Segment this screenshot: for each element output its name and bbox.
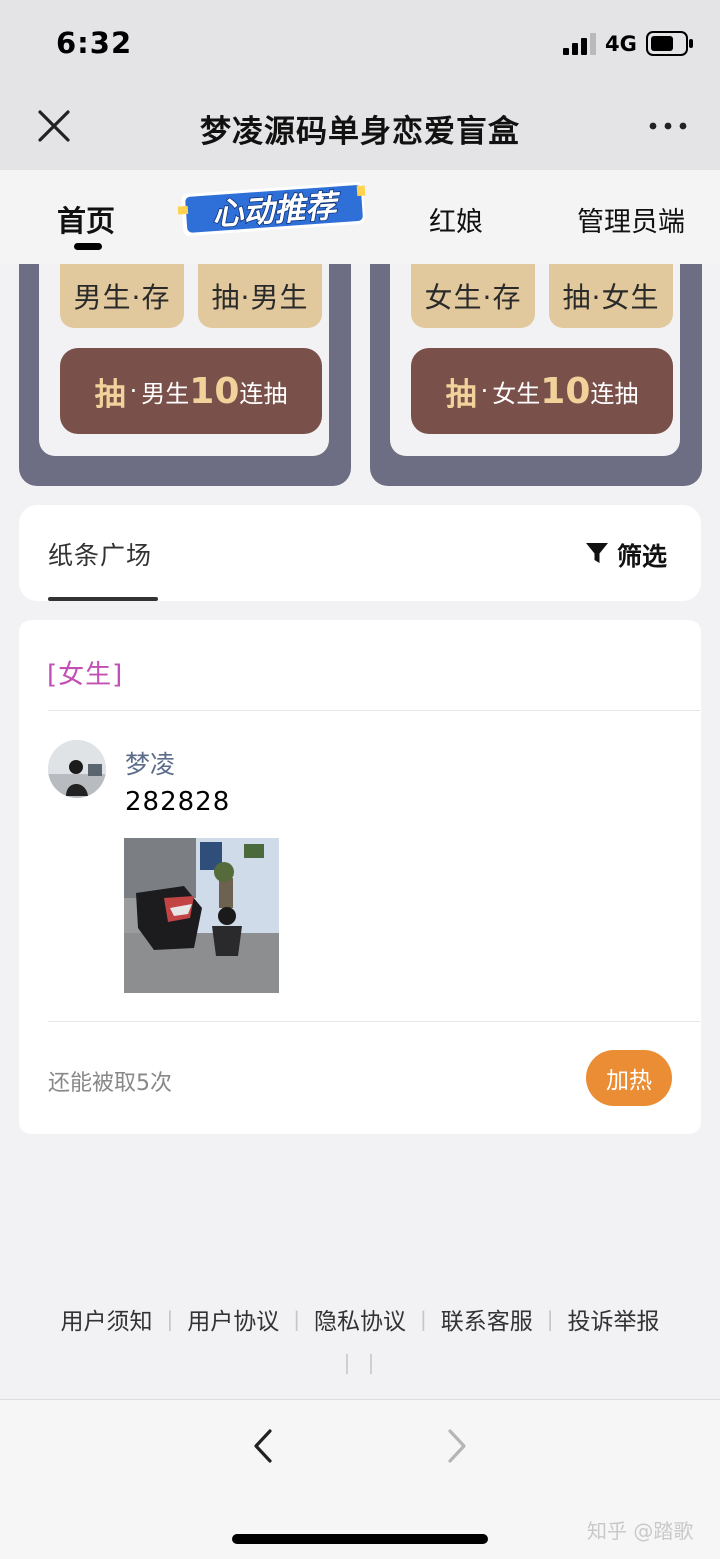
draw10-count: 10 (540, 370, 591, 412)
male-box-panel: 男生·存 抽·男生 抽 · 男生 10 连抽 (19, 264, 351, 486)
male-store-button[interactable]: 男生·存 (60, 264, 184, 328)
tab-matchmaker[interactable]: 红娘 (429, 200, 483, 239)
home-indicator[interactable] (232, 1534, 488, 1544)
female-store-button[interactable]: 女生·存 (411, 264, 535, 328)
draw10-who: 女生 (492, 379, 541, 408)
draw10-dot: · (480, 377, 489, 405)
back-icon[interactable] (250, 1428, 276, 1464)
divider (48, 1021, 700, 1022)
tab-active-indicator (74, 243, 102, 250)
male-draw10-button[interactable]: 抽 · 男生 10 连抽 (60, 348, 322, 434)
footer-link-support[interactable]: 联系客服 (441, 1302, 533, 1336)
watermark: 知乎 @踏歌 (587, 1519, 694, 1543)
tab-home[interactable]: 首页 (57, 198, 115, 240)
footer-link-report[interactable]: 投诉举报 (568, 1302, 660, 1336)
female-box-inner: 女生·存 抽·女生 抽 · 女生 10 连抽 (390, 264, 680, 456)
draw10-prefix: 抽 (94, 376, 126, 413)
battery-icon (646, 31, 693, 56)
heat-button[interactable]: 加热 (586, 1050, 672, 1106)
footer-separator: | (166, 1307, 174, 1331)
male-draw-button[interactable]: 抽·男生 (198, 264, 322, 328)
signal-icon (563, 33, 596, 55)
male-box-inner: 男生·存 抽·男生 抽 · 男生 10 连抽 (39, 264, 329, 456)
footer-separator: | (293, 1307, 300, 1331)
gender-tag: [女生] (47, 660, 124, 690)
tab-active-underline (48, 597, 158, 601)
footer-divider-bars (346, 1354, 372, 1374)
footer-link-user-agreement[interactable]: 用户协议 (187, 1302, 279, 1336)
draw10-prefix: 抽 (445, 376, 477, 413)
filter-icon[interactable] (585, 541, 609, 565)
footer-link-user-notice[interactable]: 用户须知 (61, 1302, 153, 1336)
footer-links: 用户须知 | 用户协议 | 隐私协议 | 联系客服 | 投诉举报 (0, 1302, 720, 1336)
draw10-suffix: 连抽 (590, 379, 639, 408)
draw10-suffix: 连抽 (239, 379, 288, 408)
page-title: 梦凌源码单身恋爱盲盒 (200, 114, 520, 150)
more-icon[interactable] (646, 112, 690, 140)
status-time: 6:32 (56, 26, 133, 60)
footer-link-privacy[interactable]: 隐私协议 (314, 1302, 406, 1336)
draw10-dot: · (129, 377, 138, 405)
draw10-who: 男生 (141, 379, 190, 408)
tab-note-square[interactable]: 纸条广场 (48, 536, 152, 572)
remaining-count: 还能被取5次 (48, 1071, 172, 1096)
network-label: 4G (605, 32, 637, 56)
draw10-count: 10 (189, 370, 240, 412)
female-draw10-button[interactable]: 抽 · 女生 10 连抽 (411, 348, 673, 434)
close-icon[interactable] (36, 108, 72, 144)
tab-recommend[interactable]: 心动推荐 (174, 178, 370, 238)
footer-separator: | (420, 1307, 427, 1331)
username[interactable]: 梦凌 (125, 745, 175, 781)
footer-separator: | (546, 1307, 554, 1331)
avatar[interactable] (48, 740, 106, 798)
contact-text: 282828 (125, 787, 231, 817)
female-box-panel: 女生·存 抽·女生 抽 · 女生 10 连抽 (370, 264, 702, 486)
tab-admin[interactable]: 管理员端 (577, 200, 685, 239)
divider (48, 710, 700, 711)
note-photo[interactable] (124, 838, 279, 993)
female-draw-button[interactable]: 抽·女生 (549, 264, 673, 328)
forward-icon[interactable] (444, 1428, 470, 1464)
filter-button[interactable]: 筛选 (617, 537, 667, 573)
